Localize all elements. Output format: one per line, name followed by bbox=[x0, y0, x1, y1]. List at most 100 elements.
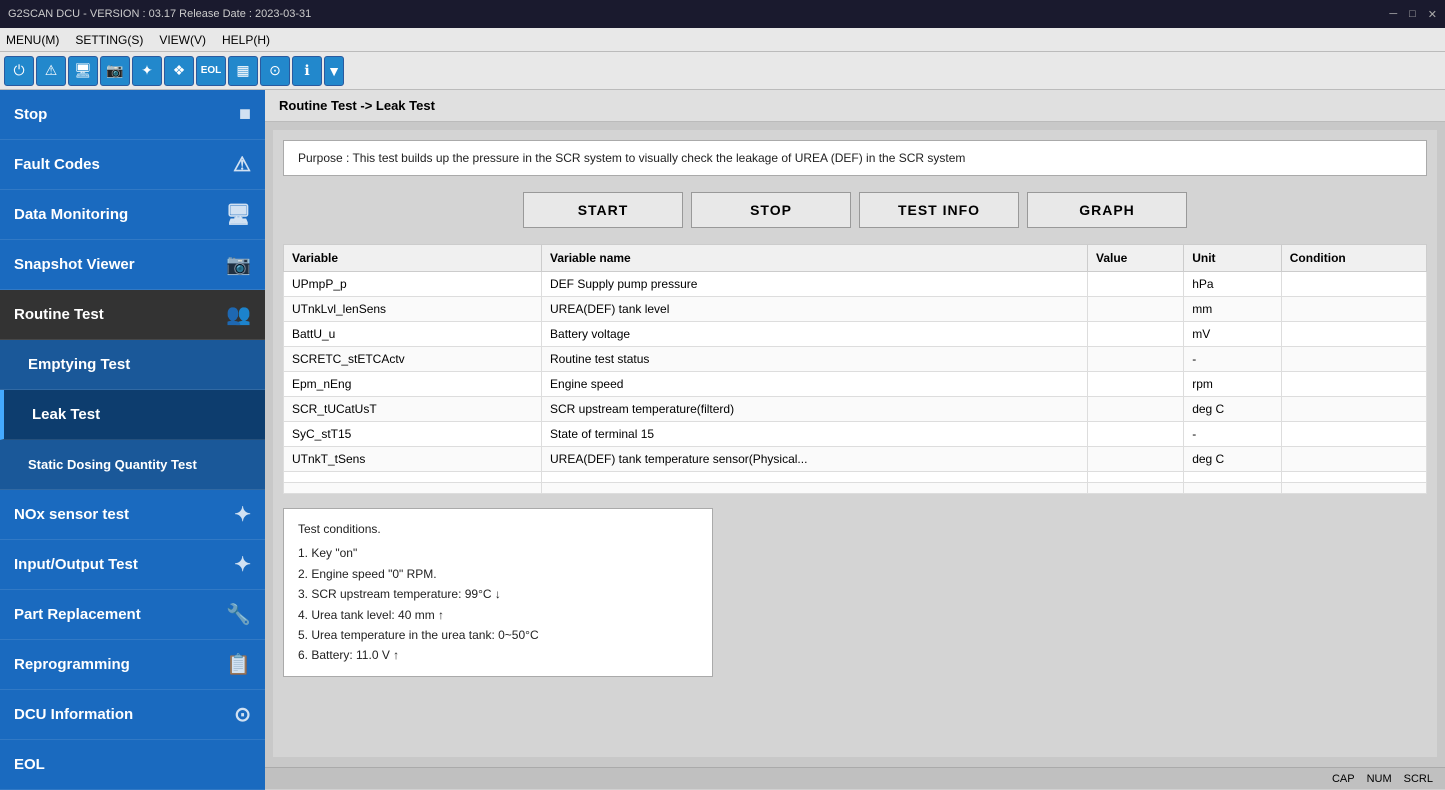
sidebar-item-eol[interactable]: EOL bbox=[0, 740, 265, 790]
menu-item-view[interactable]: VIEW(V) bbox=[159, 33, 206, 47]
cell-variable: Epm_nEng bbox=[284, 372, 542, 397]
circle-btn[interactable]: ⊙ bbox=[260, 56, 290, 86]
app-title: G2SCAN DCU - VERSION : 03.17 Release Dat… bbox=[8, 8, 311, 20]
sidebar-item-part-label: Part Replacement bbox=[14, 606, 141, 623]
cell-variable bbox=[284, 472, 542, 483]
sidebar-item-dcu-info[interactable]: DCU Information ⊙ bbox=[0, 690, 265, 740]
cell-condition bbox=[1281, 372, 1426, 397]
sidebar-item-reprog-label: Reprogramming bbox=[14, 656, 130, 673]
main-layout: Stop ■ Fault Codes ⚠ Data Monitoring 🖥 S… bbox=[0, 90, 1445, 767]
power-btn[interactable]: ⏻ bbox=[4, 56, 34, 86]
cell-condition bbox=[1281, 422, 1426, 447]
title-bar: G2SCAN DCU - VERSION : 03.17 Release Dat… bbox=[0, 0, 1445, 28]
cell-variable: UPmpP_p bbox=[284, 272, 542, 297]
table-row: UTnkLvl_lenSensUREA(DEF) tank levelmm bbox=[284, 297, 1427, 322]
sidebar-item-leak-test[interactable]: Leak Test bbox=[0, 390, 265, 440]
camera-btn[interactable]: 📷 bbox=[100, 56, 130, 86]
caps-indicator: CAP bbox=[1332, 773, 1355, 785]
conditions-lines: 1. Key "on"2. Engine speed "0" RPM.3. SC… bbox=[298, 543, 698, 665]
part-icon: 🔧 bbox=[226, 602, 251, 627]
minimize-btn[interactable]: ─ bbox=[1389, 8, 1397, 21]
cell-value bbox=[1088, 322, 1184, 347]
sidebar: Stop ■ Fault Codes ⚠ Data Monitoring 🖥 S… bbox=[0, 90, 265, 767]
start-button[interactable]: START bbox=[523, 192, 683, 228]
cell-value bbox=[1088, 297, 1184, 322]
purpose-box: Purpose : This test builds up the pressu… bbox=[283, 140, 1427, 176]
sidebar-item-data-monitoring[interactable]: Data Monitoring 🖥 bbox=[0, 190, 265, 240]
col-value: Value bbox=[1088, 245, 1184, 272]
sidebar-item-emptying-label: Emptying Test bbox=[28, 356, 130, 373]
cell-variableName: Battery voltage bbox=[542, 322, 1088, 347]
sidebar-item-reprogramming[interactable]: Reprogramming 📋 bbox=[0, 640, 265, 690]
table-row: BattU_uBattery voltage mV bbox=[284, 322, 1427, 347]
graph-button[interactable]: GRAPH bbox=[1027, 192, 1187, 228]
dropdown-arrow-btn[interactable]: ▼ bbox=[324, 56, 344, 86]
condition-line: 5. Urea temperature in the urea tank: 0~… bbox=[298, 625, 698, 645]
diamond-btn[interactable]: ❖ bbox=[164, 56, 194, 86]
sidebar-item-routine-test[interactable]: Routine Test 👥 bbox=[0, 290, 265, 340]
sidebar-item-leak-label: Leak Test bbox=[32, 406, 100, 423]
sidebar-item-emptying[interactable]: Emptying Test bbox=[0, 340, 265, 390]
num-indicator: NUM bbox=[1367, 773, 1392, 785]
cell-variableName: Routine test status bbox=[542, 347, 1088, 372]
menu-item-setting[interactable]: SETTING(S) bbox=[75, 33, 143, 47]
table-row bbox=[284, 472, 1427, 483]
button-row: START STOP TEST INFO GRAPH bbox=[283, 192, 1427, 228]
sidebar-item-io[interactable]: Input/Output Test ✦ bbox=[0, 540, 265, 590]
sidebar-item-stop[interactable]: Stop ■ bbox=[0, 90, 265, 140]
sidebar-item-static-dosing[interactable]: Static Dosing Quantity Test bbox=[0, 440, 265, 490]
cell-unit: - bbox=[1184, 347, 1282, 372]
cell-condition bbox=[1281, 322, 1426, 347]
window-controls[interactable]: ─ □ ✕ bbox=[1389, 8, 1437, 21]
cell-unit: - bbox=[1184, 422, 1282, 447]
purpose-text: Purpose : This test builds up the pressu… bbox=[298, 151, 965, 165]
star-btn[interactable]: ✦ bbox=[132, 56, 162, 86]
cell-value bbox=[1088, 483, 1184, 494]
table-row: UTnkT_tSensUREA(DEF) tank temperature se… bbox=[284, 447, 1427, 472]
table-row: UPmpP_pDEF Supply pump pressurehPa bbox=[284, 272, 1427, 297]
cell-variable: BattU_u bbox=[284, 322, 542, 347]
cell-variableName bbox=[542, 472, 1088, 483]
cell-value bbox=[1088, 272, 1184, 297]
sidebar-item-fault-codes[interactable]: Fault Codes ⚠ bbox=[0, 140, 265, 190]
warning-btn[interactable]: ⚠ bbox=[36, 56, 66, 86]
cell-variableName: Engine speed bbox=[542, 372, 1088, 397]
cell-unit bbox=[1184, 483, 1282, 494]
sidebar-item-snapshot-label: Snapshot Viewer bbox=[14, 256, 135, 273]
maximize-btn[interactable]: □ bbox=[1409, 8, 1416, 21]
eol-btn[interactable]: EOL bbox=[196, 56, 226, 86]
stop-button[interactable]: STOP bbox=[691, 192, 851, 228]
condition-line: 1. Key "on" bbox=[298, 543, 698, 563]
scrl-indicator: SCRL bbox=[1404, 773, 1433, 785]
conditions-title: Test conditions. bbox=[298, 519, 698, 539]
cell-variableName: UREA(DEF) tank temperature sensor(Physic… bbox=[542, 447, 1088, 472]
menu-item-menu[interactable]: MENU(M) bbox=[6, 33, 59, 47]
sidebar-item-nox[interactable]: NOx sensor test ✦ bbox=[0, 490, 265, 540]
test-info-button[interactable]: TEST INFO bbox=[859, 192, 1019, 228]
menu-bar: MENU(M) SETTING(S) VIEW(V) HELP(H) bbox=[0, 28, 1445, 52]
info-btn[interactable]: ℹ bbox=[292, 56, 322, 86]
cell-variable: SyC_stT15 bbox=[284, 422, 542, 447]
menu-item-help[interactable]: HELP(H) bbox=[222, 33, 270, 47]
cell-variableName: SCR upstream temperature(filterd) bbox=[542, 397, 1088, 422]
sidebar-item-stop-label: Stop bbox=[14, 106, 47, 123]
cell-value bbox=[1088, 397, 1184, 422]
close-btn[interactable]: ✕ bbox=[1428, 8, 1437, 21]
monitoring-icon: 🖥 bbox=[226, 202, 251, 227]
cell-unit: deg C bbox=[1184, 397, 1282, 422]
col-variable: Variable bbox=[284, 245, 542, 272]
condition-line: 4. Urea tank level: 40 mm ↑ bbox=[298, 605, 698, 625]
cell-variableName: UREA(DEF) tank level bbox=[542, 297, 1088, 322]
monitor-btn[interactable]: 🖥 bbox=[68, 56, 98, 86]
cell-unit: mV bbox=[1184, 322, 1282, 347]
cell-condition bbox=[1281, 447, 1426, 472]
cell-unit: mm bbox=[1184, 297, 1282, 322]
cell-value bbox=[1088, 347, 1184, 372]
grid-btn[interactable]: ▦ bbox=[228, 56, 258, 86]
sidebar-item-snapshot[interactable]: Snapshot Viewer 📷 bbox=[0, 240, 265, 290]
sidebar-item-part-replacement[interactable]: Part Replacement 🔧 bbox=[0, 590, 265, 640]
sidebar-item-eol-label: EOL bbox=[14, 756, 45, 773]
cell-variable: SCR_tUCatUsT bbox=[284, 397, 542, 422]
condition-line: 2. Engine speed "0" RPM. bbox=[298, 564, 698, 584]
table-row: Epm_nEngEngine speedrpm bbox=[284, 372, 1427, 397]
